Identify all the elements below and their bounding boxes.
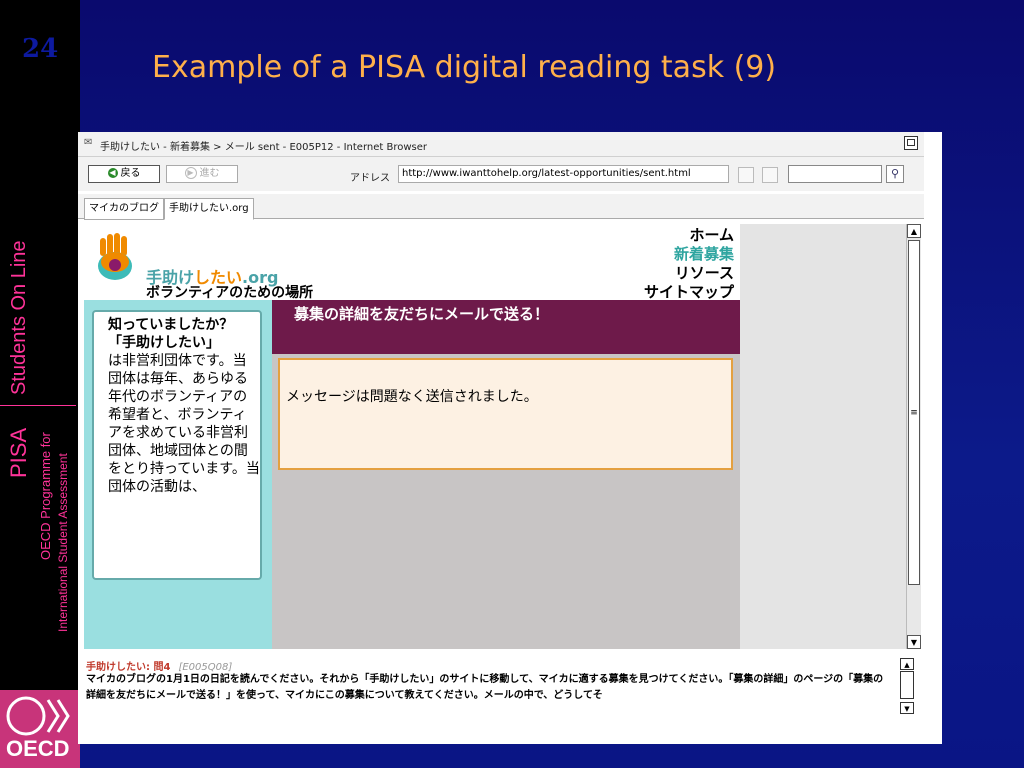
paste-icon[interactable]	[762, 167, 778, 183]
students-online-label: Students On Line	[8, 240, 30, 395]
sent-message: メッセージは問題なく送信されました。	[286, 389, 538, 405]
question-panel: 手助けしたい: 問4 [E005Q08] マイカのブログの1月1日の日記を読んでく…	[84, 654, 920, 724]
browser-tabs: マイカのブログ 手助けしたい.org	[78, 194, 924, 220]
question-scroll-thumb[interactable]	[900, 671, 914, 699]
oecd-logo: OECD	[0, 690, 80, 768]
pisa-label: PISA	[6, 427, 31, 478]
search-icon[interactable]: ⚲	[886, 165, 904, 183]
info-body: は非営利団体です。当団体は毎年、あらゆる年代のボランティアの希望者と、ボランティ…	[108, 353, 260, 495]
site-tagline: ボランティアのための場所	[146, 285, 314, 301]
scroll-thumb[interactable]: ≡	[908, 240, 920, 585]
intl-assessment-label: International Student Assessment	[56, 453, 70, 632]
window-title: 手助けしたい - 新着募集 > メール sent - E005P12 - Int…	[100, 142, 428, 153]
maximize-button[interactable]	[904, 136, 918, 150]
main-column: 募集の詳細を友だちにメールで送る！ メッセージは問題なく送信されました。	[272, 300, 740, 649]
web-page: 手助けしたい.org ボランティアのための場所 ホーム 新着募集 リソース サイ…	[84, 224, 740, 649]
info-subheading: 「手助けしたい」	[108, 335, 220, 351]
forward-arrow-icon: ▶	[184, 167, 197, 179]
address-input[interactable]: http://www.iwanttohelp.org/latest-opport…	[398, 165, 729, 183]
slide-title: Example of a PISA digital reading task (…	[152, 50, 777, 85]
hand-logo-icon	[98, 233, 132, 280]
question-scroll-up-icon[interactable]: ▲	[900, 658, 914, 670]
tab-maika-blog[interactable]: マイカのブログ	[84, 198, 164, 220]
back-arrow-icon: ◀	[107, 168, 118, 178]
info-heading: 知っていましたか？	[108, 317, 234, 333]
info-box: 知っていましたか？ 「手助けしたい」 は非営利団体です。当団体は毎年、あらゆる年…	[92, 310, 262, 580]
search-input[interactable]	[788, 165, 882, 183]
browser-titlebar: ✉ 手助けしたい - 新着募集 > メール sent - E005P12 - I…	[78, 132, 924, 157]
question-scroll-down-icon[interactable]: ▼	[900, 702, 914, 714]
nav-latest[interactable]: 新着募集	[644, 245, 734, 264]
scroll-up-icon[interactable]: ▲	[907, 224, 921, 238]
oecd-globe-icon	[6, 696, 70, 736]
oecd-logo-text: OECD	[6, 736, 70, 761]
email-banner: 募集の詳細を友だちにメールで送る！	[272, 300, 740, 354]
slide-number: 24	[22, 34, 59, 64]
oecd-programme-label: OECD Programme for	[38, 432, 53, 560]
question-text: マイカのブログの1月1日の日記を読んでください。それから「手助けしたい」のサイト…	[86, 674, 884, 701]
left-column: 知っていましたか？ 「手助けしたい」 は非営利団体です。当団体は毎年、あらゆる年…	[84, 300, 272, 649]
sent-message-box: メッセージは問題なく送信されました。	[278, 358, 733, 470]
nav-home[interactable]: ホーム	[644, 226, 734, 245]
question-label: 手助けしたい: 問4 [E005Q08]	[86, 662, 233, 673]
back-button[interactable]: ◀ 戻る	[88, 165, 160, 183]
page-scrollbar[interactable]: ▲ ≡ ▼	[906, 224, 921, 649]
forward-button[interactable]: ▶ 進む	[166, 165, 238, 183]
tab-iwanttohelp[interactable]: 手助けしたい.org	[164, 198, 254, 220]
address-label: アドレス	[350, 173, 390, 184]
browser-toolbar: ◀ 戻る ▶ 進む アドレス http://www.iwanttohelp.org/…	[78, 157, 924, 191]
nav-resources[interactable]: リソース	[644, 264, 734, 283]
window-icon: ✉	[84, 137, 93, 148]
scroll-down-icon[interactable]: ▼	[907, 635, 921, 649]
sidebar-divider	[0, 405, 76, 406]
question-scrollbar[interactable]: ▲ ▼	[900, 658, 914, 714]
browser-window: ✉ 手助けしたい - 新着募集 > メール sent - E005P12 - I…	[78, 132, 942, 744]
slide-sidebar: 24 Students On Line PISA OECD Programme …	[0, 0, 80, 768]
copy-icon[interactable]	[738, 167, 754, 183]
right-gutter	[740, 224, 906, 649]
site-nav: ホーム 新着募集 リソース サイトマップ	[644, 226, 734, 302]
